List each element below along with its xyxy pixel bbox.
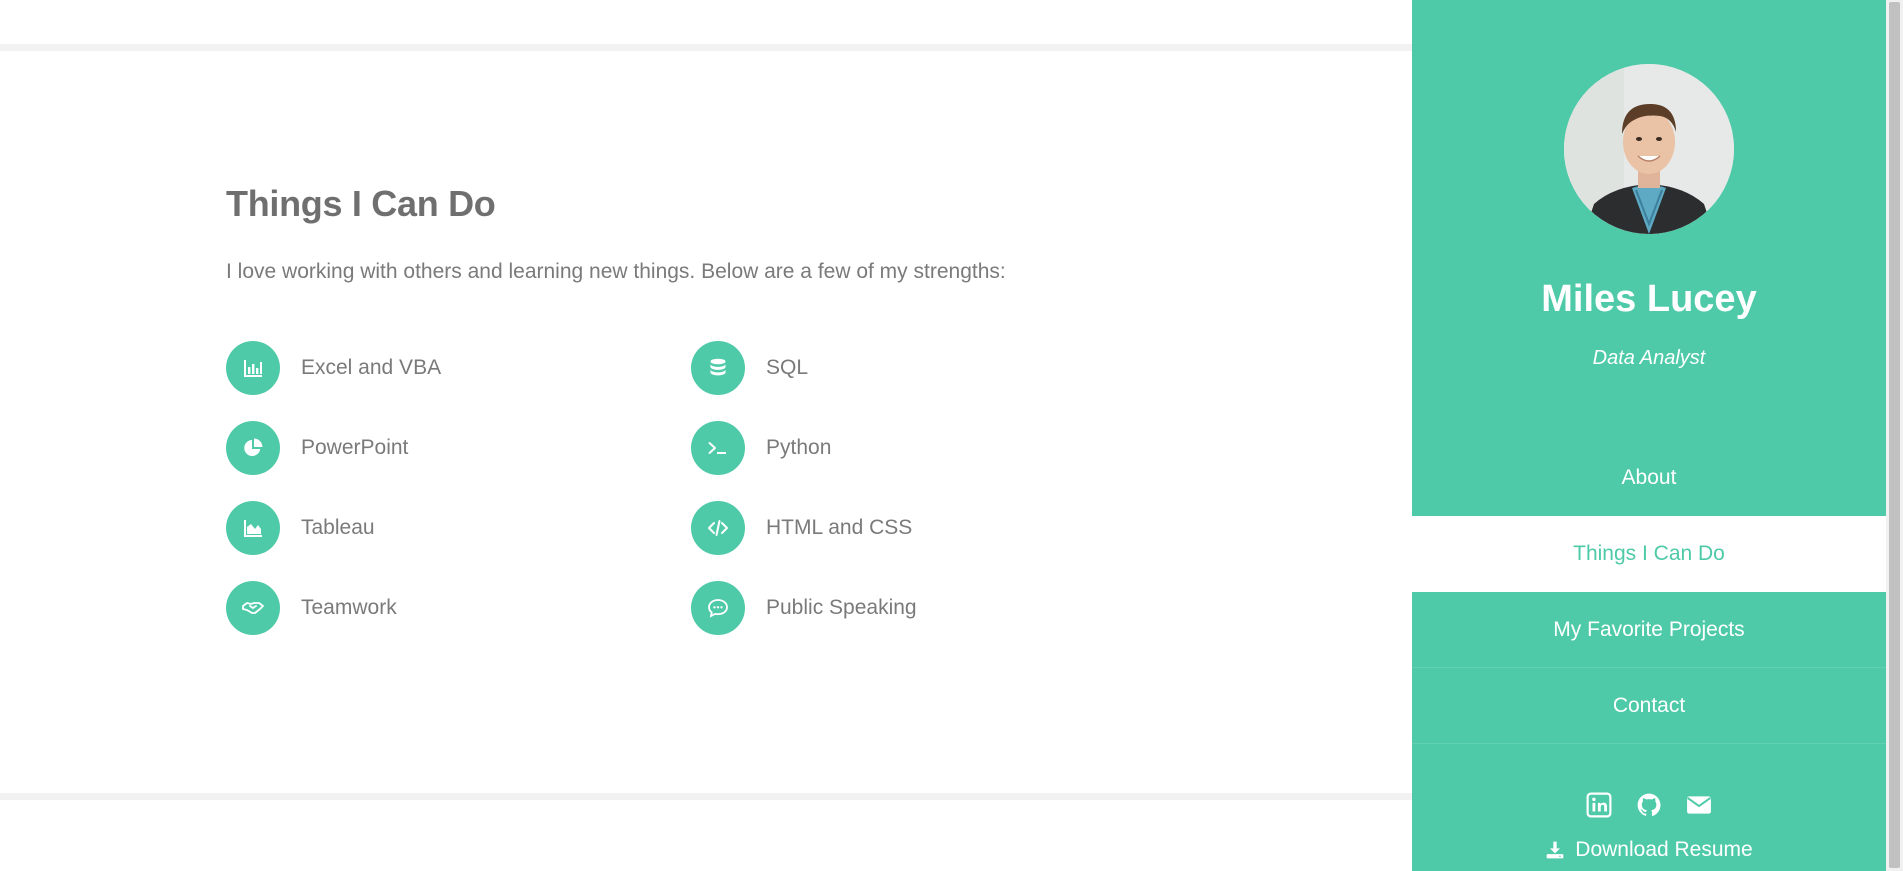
skill-item: SQL xyxy=(691,341,946,421)
skill-label: SQL xyxy=(766,356,809,379)
bar-chart-icon xyxy=(226,341,280,395)
area-chart-icon xyxy=(226,501,280,555)
nav-item-my-favorite-projects[interactable]: My Favorite Projects xyxy=(1412,592,1886,668)
page: Things I Can Do I love working with othe… xyxy=(0,0,1903,871)
linkedin-icon[interactable] xyxy=(1586,792,1612,818)
skill-item: HTML and CSS xyxy=(691,501,946,581)
terminal-icon xyxy=(691,421,745,475)
handshake-icon xyxy=(226,581,280,635)
skill-label: Tableau xyxy=(301,516,375,539)
skill-item: Tableau xyxy=(226,501,691,581)
section-title: Things I Can Do xyxy=(226,183,496,224)
skill-item: Public Speaking xyxy=(691,581,946,661)
download-resume-link[interactable]: Download Resume xyxy=(1412,838,1886,862)
section-intro: I love working with others and learning … xyxy=(226,260,1006,283)
section-divider xyxy=(0,44,1412,51)
skill-item: Python xyxy=(691,421,946,501)
database-icon xyxy=(691,341,745,395)
skill-label: Excel and VBA xyxy=(301,356,442,379)
section-divider xyxy=(0,793,1412,800)
skills-grid: Excel and VBA SQL PowerPoint Python Tabl… xyxy=(226,341,946,661)
scrollbar[interactable] xyxy=(1886,0,1903,871)
skill-label: HTML and CSS xyxy=(766,516,913,539)
sidebar: Miles Lucey Data Analyst About Things I … xyxy=(1412,0,1886,871)
skill-item: Excel and VBA xyxy=(226,341,691,421)
skill-label: PowerPoint xyxy=(301,436,409,459)
nav-item-contact[interactable]: Contact xyxy=(1412,668,1886,744)
scrollbar-thumb[interactable] xyxy=(1889,2,1900,868)
download-icon xyxy=(1545,840,1565,860)
download-resume-label: Download Resume xyxy=(1575,838,1753,861)
social-links xyxy=(1412,792,1886,818)
skill-label: Public Speaking xyxy=(766,596,917,619)
code-icon xyxy=(691,501,745,555)
avatar xyxy=(1564,64,1734,234)
main-content: Things I Can Do I love working with othe… xyxy=(0,0,1412,871)
nav-item-things-i-can-do[interactable]: Things I Can Do xyxy=(1412,516,1886,592)
pie-chart-icon xyxy=(226,421,280,475)
profile-role: Data Analyst xyxy=(1592,347,1706,369)
envelope-icon[interactable] xyxy=(1686,792,1712,818)
skill-item: Teamwork xyxy=(226,581,691,661)
speech-bubble-icon xyxy=(691,581,745,635)
profile-name: Miles Lucey xyxy=(1541,278,1757,320)
nav-item-about[interactable]: About xyxy=(1412,440,1886,516)
github-icon[interactable] xyxy=(1636,792,1662,818)
skill-item: PowerPoint xyxy=(226,421,691,501)
skill-label: Teamwork xyxy=(301,596,397,619)
sidebar-nav: About Things I Can Do My Favorite Projec… xyxy=(1412,440,1886,744)
skill-label: Python xyxy=(766,436,832,459)
